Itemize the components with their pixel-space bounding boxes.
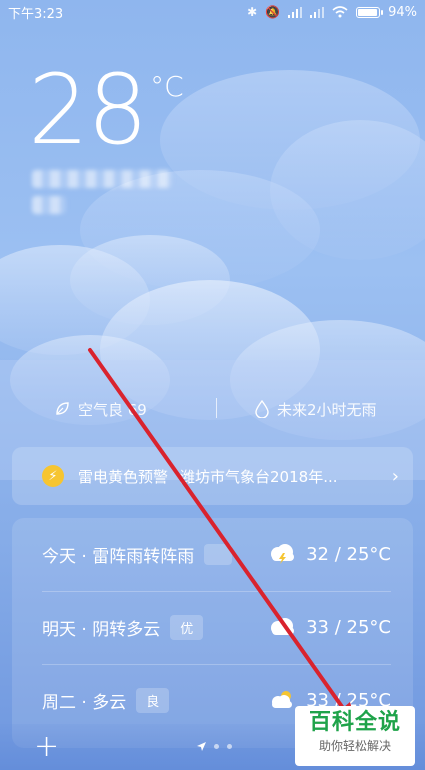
chevron-right-icon: › <box>391 465 399 487</box>
raindrop-icon <box>255 400 269 418</box>
signal-icon <box>288 6 303 18</box>
forecast-temps: 32 / 25°C <box>306 543 391 565</box>
air-badge: 良 <box>136 687 170 713</box>
forecast-row-today[interactable]: 今天 · 雷阵雨转阵雨 32 / 25°C <box>12 518 413 590</box>
mute-icon: 🔕 <box>265 5 281 19</box>
thunderstorm-icon <box>271 544 295 564</box>
warning-org: 潍坊市气象台2018年... <box>180 467 338 486</box>
air-quality-row: 空气良 69 未来2小时无雨 <box>0 396 425 422</box>
cloud-icon <box>271 618 295 635</box>
watermark-logo: 百科全说 助你轻松解决 <box>295 706 415 766</box>
watermark-main: 百科全说 <box>308 710 401 735</box>
status-time: 下午3:23 <box>8 6 64 22</box>
wifi-icon <box>332 6 348 18</box>
weather-warning-card[interactable]: ⚡ 雷电黄色预警 潍坊市气象台2018年... › <box>12 447 413 505</box>
status-bar: 下午3:23 ✱ 🔕 94% <box>0 0 425 24</box>
air-badge: 优 <box>170 614 204 640</box>
page-indicator <box>197 742 232 751</box>
bluetooth-icon: ✱ <box>247 5 258 19</box>
blurred-location <box>32 170 172 188</box>
signal-icon-2 <box>310 6 325 18</box>
divider <box>216 398 217 418</box>
page-dot <box>214 744 219 749</box>
temperature-value: 28 <box>28 54 148 166</box>
partly-cloudy-icon <box>272 691 293 708</box>
leaf-icon <box>56 402 69 415</box>
add-city-button[interactable]: + <box>34 730 59 764</box>
rain-forecast[interactable]: 未来2小时无雨 <box>255 399 377 420</box>
rain-forecast-text: 未来2小时无雨 <box>277 400 377 419</box>
forecast-row-tomorrow[interactable]: 明天 · 阴转多云 优 33 / 25°C <box>12 591 413 663</box>
lightning-icon: ⚡ <box>42 465 64 487</box>
air-badge <box>204 543 233 565</box>
forecast-label: 明天 · 阴转多云 <box>42 619 161 640</box>
page-dot <box>227 744 232 749</box>
forecast-temps: 33 / 25°C <box>306 616 391 638</box>
forecast-label: 周二 · 多云 <box>42 692 127 713</box>
forecast-label: 今天 · 雷阵雨转阵雨 <box>42 546 195 567</box>
temperature-unit: °C <box>150 70 184 103</box>
battery-icon <box>356 6 384 18</box>
battery-percent: 94% <box>388 4 417 20</box>
blurred-location-sub <box>32 196 66 214</box>
current-temperature: 28 °C <box>28 62 184 158</box>
warning-text: 雷电黄色预警 潍坊市气象台2018年... <box>78 466 382 487</box>
air-quality-text: 空气良 69 <box>78 400 147 419</box>
air-quality[interactable]: 空气良 69 <box>54 399 147 420</box>
status-icons: ✱ 🔕 94% <box>247 5 417 20</box>
warning-title: 雷电黄色预警 <box>78 467 169 486</box>
location-arrow-icon <box>197 742 206 751</box>
watermark-sub: 助你轻松解决 <box>318 739 391 753</box>
